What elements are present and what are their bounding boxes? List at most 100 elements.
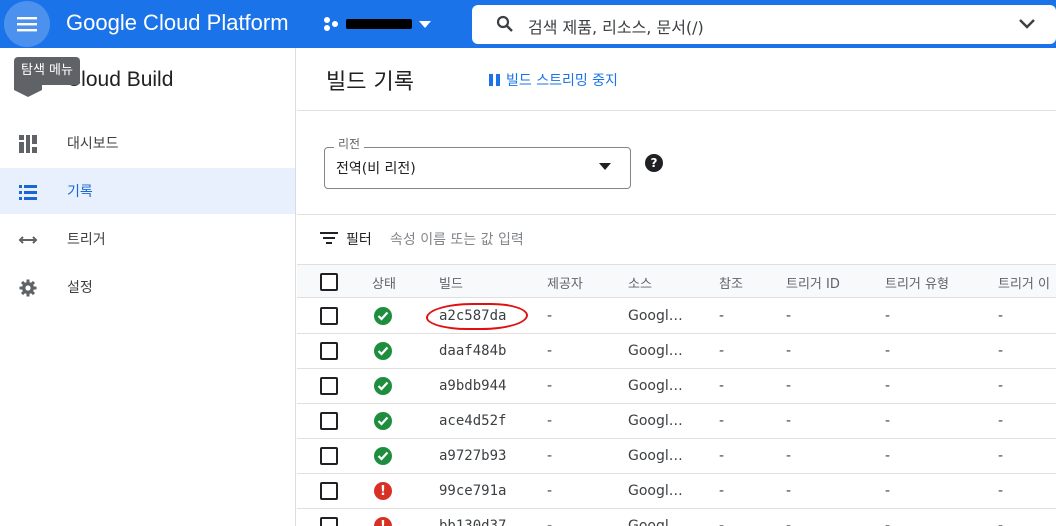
page-title: 빌드 기록 xyxy=(326,70,414,95)
build-id-link[interactable]: bb130d37 xyxy=(439,518,506,526)
ref-cell: - xyxy=(719,308,725,324)
source-cell: Googl… xyxy=(628,308,683,324)
provider-cell: - xyxy=(547,518,553,526)
project-selector[interactable] xyxy=(322,12,432,36)
table-row[interactable]: a9bdb944 - Googl… - - - - xyxy=(297,369,1056,404)
sidebar-item-triggers[interactable]: 트리거 xyxy=(0,216,295,262)
provider-cell: - xyxy=(547,413,553,429)
column-header-trigger-name[interactable]: 트리거 이 xyxy=(998,273,1050,292)
column-header-ref[interactable]: 참조 xyxy=(719,273,743,292)
trigger-name-cell: - xyxy=(998,518,1004,526)
row-checkbox[interactable] xyxy=(320,482,338,500)
row-checkbox[interactable] xyxy=(320,377,338,395)
list-icon xyxy=(18,182,38,202)
error-icon: ! xyxy=(374,482,392,500)
build-id-link[interactable]: a9727b93 xyxy=(439,448,506,464)
region-select-label: 리전 xyxy=(334,135,365,152)
row-checkbox[interactable] xyxy=(320,412,338,430)
search-icon xyxy=(496,15,513,32)
column-header-provider[interactable]: 제공자 xyxy=(547,273,583,292)
search-placeholder: 검색 제품, 리소스, 문서(/) xyxy=(528,18,704,37)
trigger-id-cell: - xyxy=(786,483,792,499)
build-id-link[interactable]: a2c587da xyxy=(439,308,506,324)
row-checkbox[interactable] xyxy=(320,342,338,360)
column-header-status[interactable]: 상태 xyxy=(372,273,396,292)
trigger-type-cell: - xyxy=(885,308,891,324)
trigger-name-cell: - xyxy=(998,413,1004,429)
column-header-source[interactable]: 소스 xyxy=(628,273,652,292)
trigger-type-cell: - xyxy=(885,483,891,499)
pause-icon xyxy=(489,74,500,86)
filter-label[interactable]: 필터 xyxy=(346,229,372,249)
ref-cell: - xyxy=(719,378,725,394)
trigger-id-cell: - xyxy=(786,343,792,359)
arrows-icon xyxy=(18,230,38,250)
search-bar[interactable]: 검색 제품, 리소스, 문서(/) xyxy=(472,5,1056,44)
success-check-icon xyxy=(374,307,392,325)
sidebar: Cloud Build 대시보드 기록 트리거 설정 xyxy=(0,48,296,526)
hamburger-icon xyxy=(17,17,37,32)
sidebar-item-history[interactable]: 기록 xyxy=(0,168,295,214)
ref-cell: - xyxy=(719,413,725,429)
trigger-id-cell: - xyxy=(786,448,792,464)
sidebar-item-settings[interactable]: 설정 xyxy=(0,264,295,310)
gear-icon xyxy=(18,278,38,298)
select-all-checkbox[interactable] xyxy=(320,273,338,291)
source-cell: Googl… xyxy=(628,378,683,394)
trigger-type-cell: - xyxy=(885,518,891,526)
filter-icon[interactable] xyxy=(320,231,338,245)
header-divider xyxy=(297,110,1056,111)
table-row[interactable]: ! bb130d37 - Googl… - - - - xyxy=(297,509,1056,526)
row-checkbox[interactable] xyxy=(320,307,338,325)
navigation-menu-button[interactable] xyxy=(4,1,50,47)
trigger-id-cell: - xyxy=(786,378,792,394)
dropdown-caret-icon xyxy=(599,163,611,170)
table-row[interactable]: daaf484b - Googl… - - - - xyxy=(297,334,1056,369)
build-id-link[interactable]: a9bdb944 xyxy=(439,378,506,394)
row-checkbox[interactable] xyxy=(320,447,338,465)
dashboard-icon xyxy=(18,134,38,154)
sidebar-item-label: 기록 xyxy=(67,184,93,200)
provider-cell: - xyxy=(547,448,553,464)
error-icon: ! xyxy=(374,517,392,526)
table-header: 상태 빌드 제공자 소스 참조 트리거 ID 트리거 유형 트리거 이 xyxy=(297,264,1056,298)
build-id-link[interactable]: daaf484b xyxy=(439,343,506,359)
sidebar-item-label: 대시보드 xyxy=(67,136,119,152)
sidebar-item-dashboard[interactable]: 대시보드 xyxy=(0,120,295,166)
filter-divider xyxy=(297,214,1056,215)
column-header-build[interactable]: 빌드 xyxy=(439,273,463,292)
build-id-link[interactable]: ace4d52f xyxy=(439,413,506,429)
table-row[interactable]: ace4d52f - Googl… - - - - xyxy=(297,404,1056,439)
trigger-name-cell: - xyxy=(998,308,1004,324)
chevron-down-icon[interactable] xyxy=(1017,15,1037,33)
provider-cell: - xyxy=(547,343,553,359)
table-row[interactable]: ! 99ce791a - Googl… - - - - xyxy=(297,474,1056,509)
trigger-id-cell: - xyxy=(786,308,792,324)
table-row[interactable]: a9727b93 - Googl… - - - - xyxy=(297,439,1056,474)
help-icon[interactable]: ? xyxy=(645,154,663,172)
trigger-type-cell: - xyxy=(885,378,891,394)
product-name: Cloud Build xyxy=(66,68,174,91)
ref-cell: - xyxy=(719,448,725,464)
ref-cell: - xyxy=(719,483,725,499)
trigger-id-cell: - xyxy=(786,413,792,429)
top-app-bar: Google Cloud Platform 검색 제품, 리소스, 문서(/) xyxy=(0,0,1056,48)
source-cell: Googl… xyxy=(628,518,683,526)
sidebar-item-label: 트리거 xyxy=(67,232,106,248)
filter-input[interactable]: 속성 이름 또는 값 입력 xyxy=(390,229,1030,249)
brand-title[interactable]: Google Cloud Platform xyxy=(66,10,289,36)
success-check-icon xyxy=(374,342,392,360)
trigger-name-cell: - xyxy=(998,343,1004,359)
column-header-trigger-type[interactable]: 트리거 유형 xyxy=(885,273,949,292)
column-header-trigger-id[interactable]: 트리거 ID xyxy=(786,273,840,292)
provider-cell: - xyxy=(547,308,553,324)
row-checkbox[interactable] xyxy=(320,517,338,526)
stop-streaming-button[interactable]: 빌드 스트리밍 중지 xyxy=(488,70,618,90)
trigger-name-cell: - xyxy=(998,378,1004,394)
table-row[interactable]: a2c587da - Googl… - - - - xyxy=(297,299,1056,334)
success-check-icon xyxy=(374,412,392,430)
sidebar-item-label: 설정 xyxy=(67,280,93,296)
success-check-icon xyxy=(374,377,392,395)
trigger-type-cell: - xyxy=(885,343,891,359)
build-id-link[interactable]: 99ce791a xyxy=(439,483,506,499)
